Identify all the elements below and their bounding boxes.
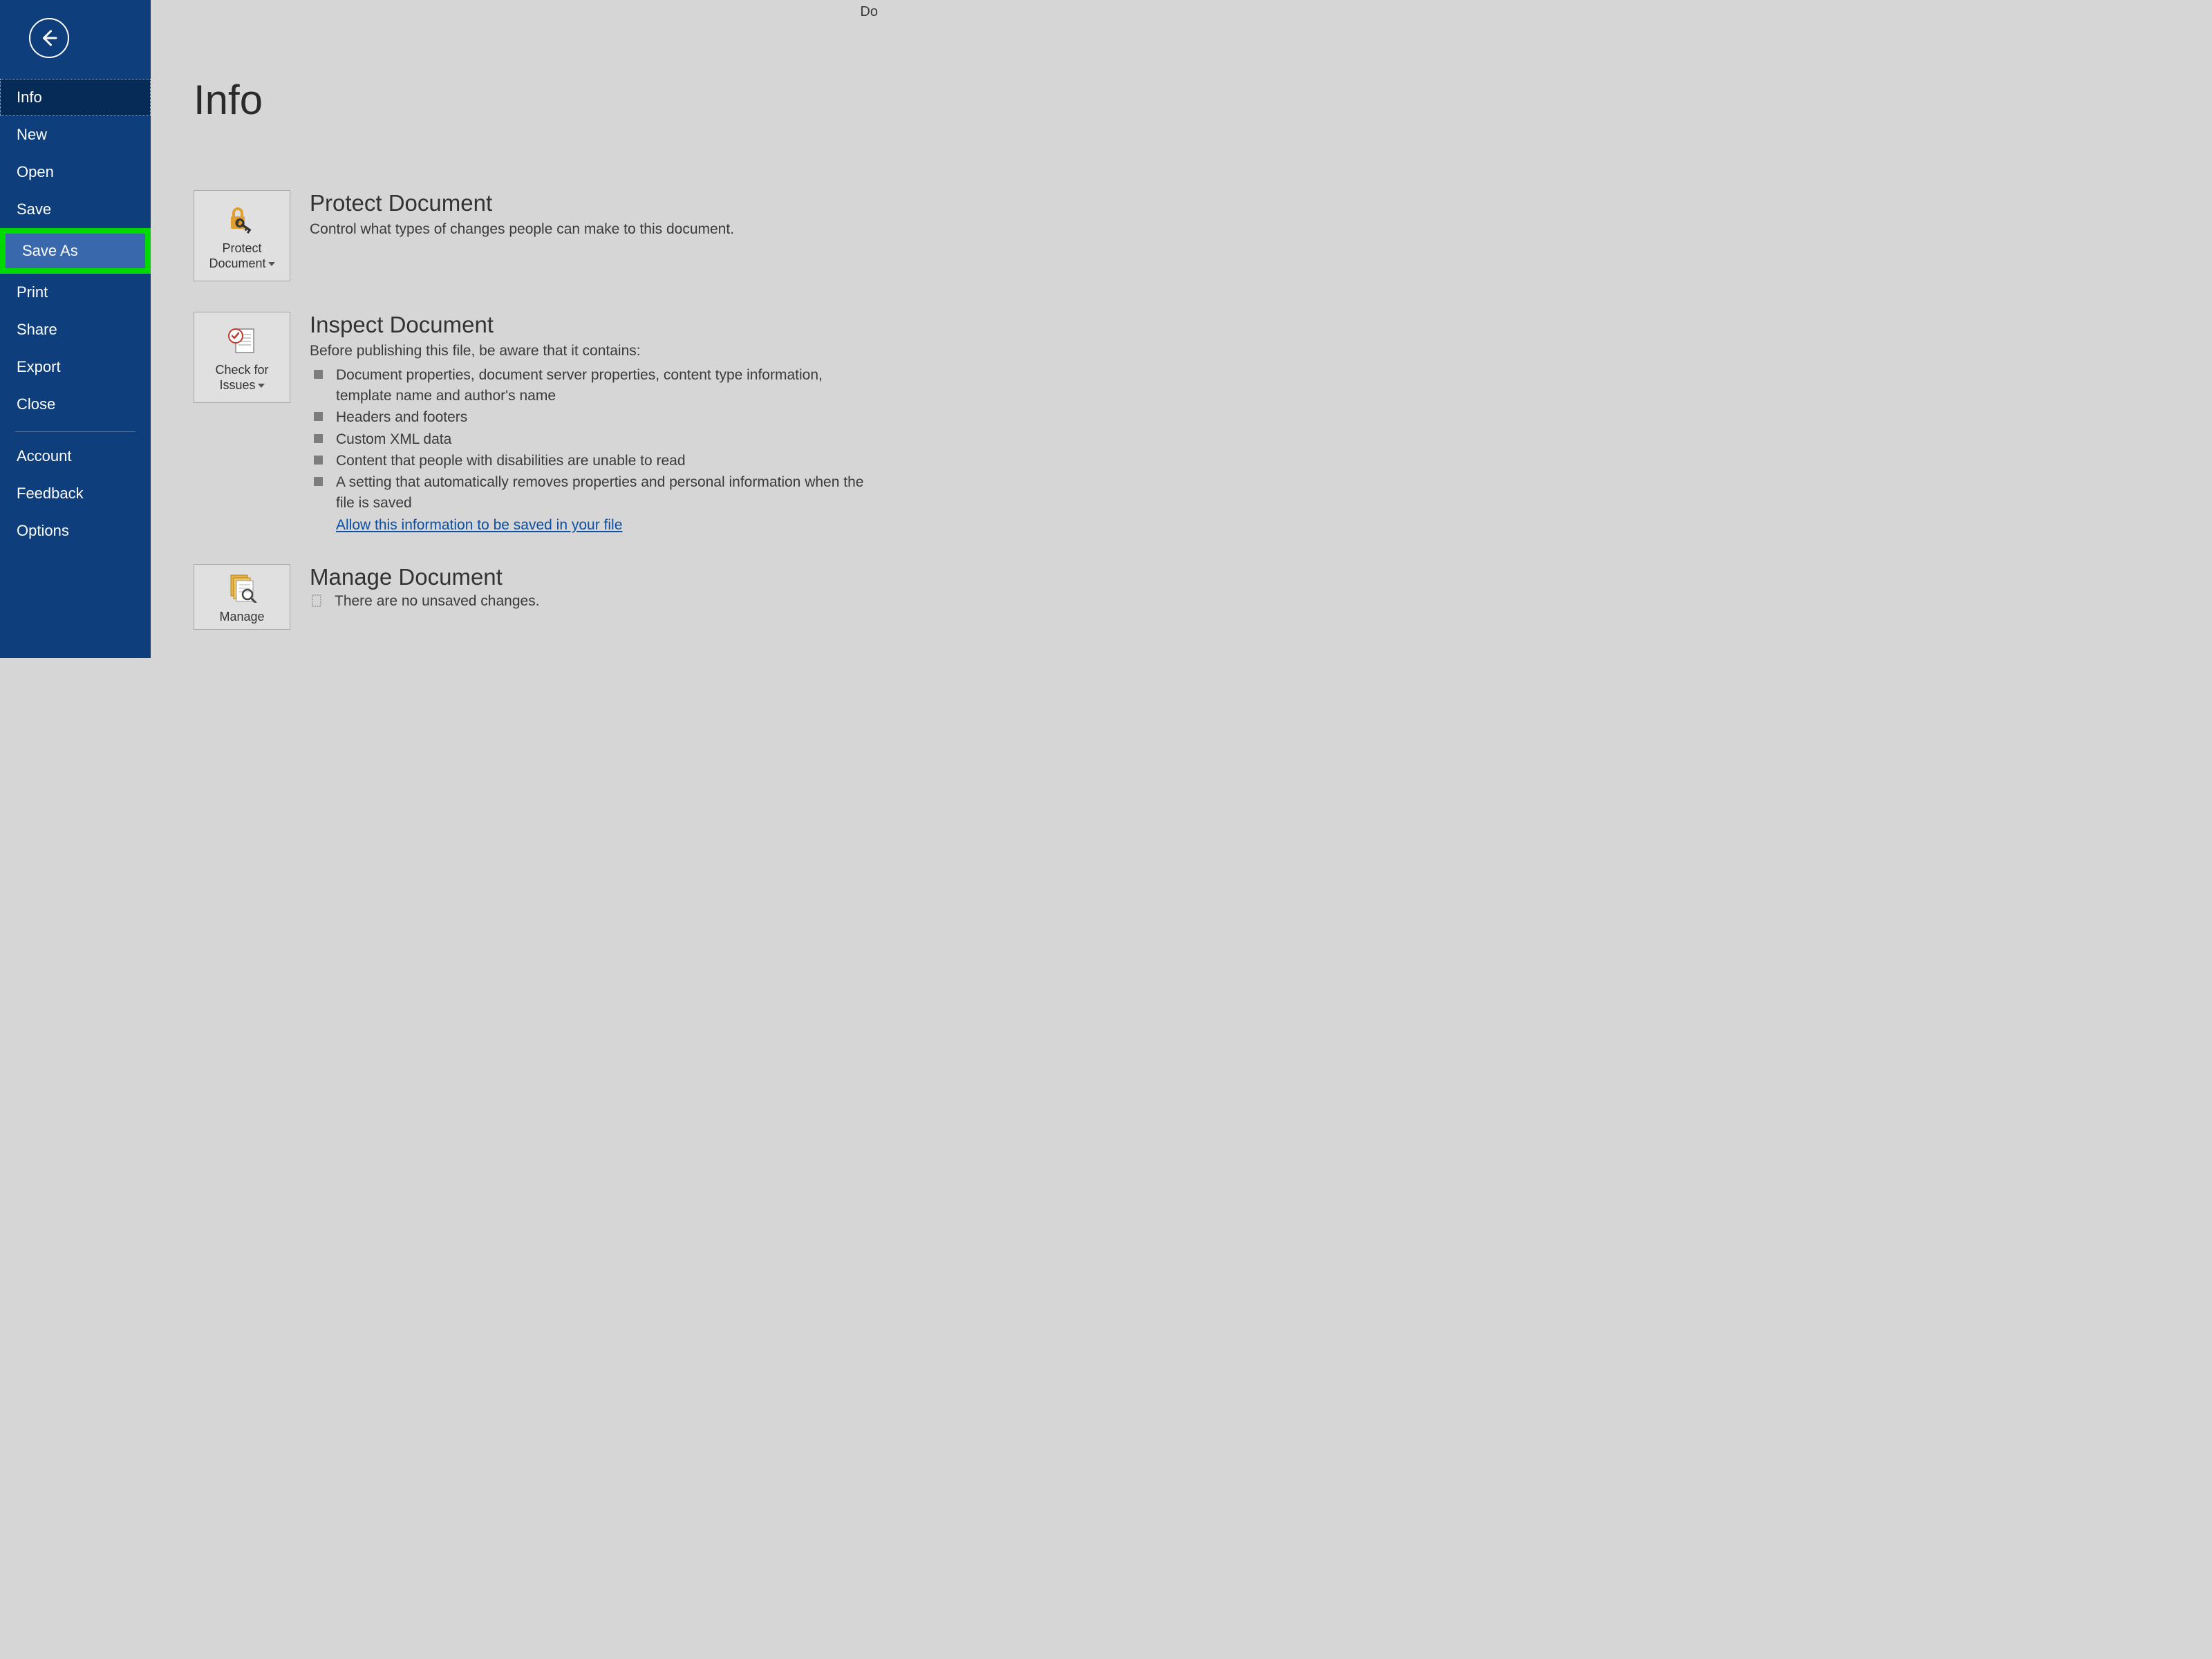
manage-status-line: There are no unsaved changes. xyxy=(310,593,871,610)
section-heading: Protect Document xyxy=(310,190,871,216)
backstage-view: Info New Open Save Save As Print Share E… xyxy=(0,0,878,658)
chevron-down-icon xyxy=(268,262,275,266)
sidebar-item-label: New xyxy=(17,126,47,143)
sidebar-item-label: Save As xyxy=(22,242,78,259)
list-item: Custom XML data xyxy=(310,429,871,449)
list-item: Headers and footers xyxy=(310,407,871,427)
section-description: Before publishing this file, be aware th… xyxy=(310,341,871,361)
section-heading: Inspect Document xyxy=(310,312,871,338)
main-panel: Do Info xyxy=(151,0,878,658)
tile-label: Manage xyxy=(219,609,264,625)
sidebar-item-new[interactable]: New xyxy=(0,116,151,153)
sidebar-menu: Info New Open Save Save As Print Share E… xyxy=(0,79,151,423)
arrow-left-icon xyxy=(39,28,59,48)
issues-list: Document properties, document server pro… xyxy=(310,365,871,513)
list-item: A setting that automatically removes pro… xyxy=(310,472,871,513)
document-icon xyxy=(310,594,325,609)
sidebar-item-options[interactable]: Options xyxy=(0,512,151,550)
tutorial-highlight: Save As xyxy=(0,228,151,274)
sidebar-item-save-as[interactable]: Save As xyxy=(6,234,145,268)
sidebar-item-label: Options xyxy=(17,522,69,539)
list-item: Document properties, document server pro… xyxy=(310,365,871,406)
sidebar-item-print[interactable]: Print xyxy=(0,274,151,311)
section-body: Manage Document There are no unsaved cha… xyxy=(310,564,878,610)
sidebar-item-save[interactable]: Save xyxy=(0,191,151,228)
protect-document-button[interactable]: Protect Document xyxy=(194,190,290,281)
manage-document-button[interactable]: Manage xyxy=(194,564,290,630)
section-protect: Protect Document Protect Document Contro… xyxy=(194,190,878,281)
lock-key-icon xyxy=(225,202,259,236)
titlebar-fragment: Do xyxy=(860,4,878,20)
section-body: Inspect Document Before publishing this … xyxy=(310,312,878,534)
sidebar-footer-menu: Account Feedback Options xyxy=(0,438,151,550)
sidebar-item-info[interactable]: Info xyxy=(0,79,151,116)
section-body: Protect Document Control what types of c… xyxy=(310,190,878,239)
sidebar-separator xyxy=(15,431,135,432)
sidebar-item-label: Close xyxy=(17,395,55,413)
back-button[interactable] xyxy=(29,18,69,58)
manage-status-text: There are no unsaved changes. xyxy=(335,593,540,610)
sidebar-item-label: Save xyxy=(17,200,51,218)
sidebar-item-label: Account xyxy=(17,447,72,465)
sidebar-item-feedback[interactable]: Feedback xyxy=(0,475,151,512)
section-heading: Manage Document xyxy=(310,564,871,590)
sidebar-item-label: Export xyxy=(17,358,61,375)
section-description: Control what types of changes people can… xyxy=(310,219,871,239)
sidebar-item-share[interactable]: Share xyxy=(0,311,151,348)
section-manage: Manage Manage Document There are no unsa… xyxy=(194,564,878,630)
sidebar-item-open[interactable]: Open xyxy=(0,153,151,191)
sidebar-item-export[interactable]: Export xyxy=(0,348,151,386)
sidebar-item-label: Info xyxy=(17,88,42,106)
check-for-issues-button[interactable]: Check for Issues xyxy=(194,312,290,403)
tile-label: Check for Issues xyxy=(215,362,268,393)
inspect-document-icon xyxy=(225,324,259,358)
sidebar-item-label: Share xyxy=(17,321,57,338)
sidebar-item-account[interactable]: Account xyxy=(0,438,151,475)
section-inspect: Check for Issues Inspect Document Before… xyxy=(194,312,878,534)
sidebar: Info New Open Save Save As Print Share E… xyxy=(0,0,151,658)
chevron-down-icon xyxy=(258,384,265,388)
page-title: Info xyxy=(194,76,878,124)
tile-label: Protect Document xyxy=(209,241,274,272)
sidebar-item-label: Open xyxy=(17,163,54,180)
sidebar-item-label: Feedback xyxy=(17,485,84,502)
sidebar-item-close[interactable]: Close xyxy=(0,386,151,423)
list-item: Content that people with disabilities ar… xyxy=(310,451,871,471)
allow-info-link[interactable]: Allow this information to be saved in yo… xyxy=(336,517,622,534)
sidebar-item-label: Print xyxy=(17,283,48,301)
sidebar-item-save-as-highlight: Save As xyxy=(0,228,151,274)
manage-document-icon xyxy=(224,570,260,605)
